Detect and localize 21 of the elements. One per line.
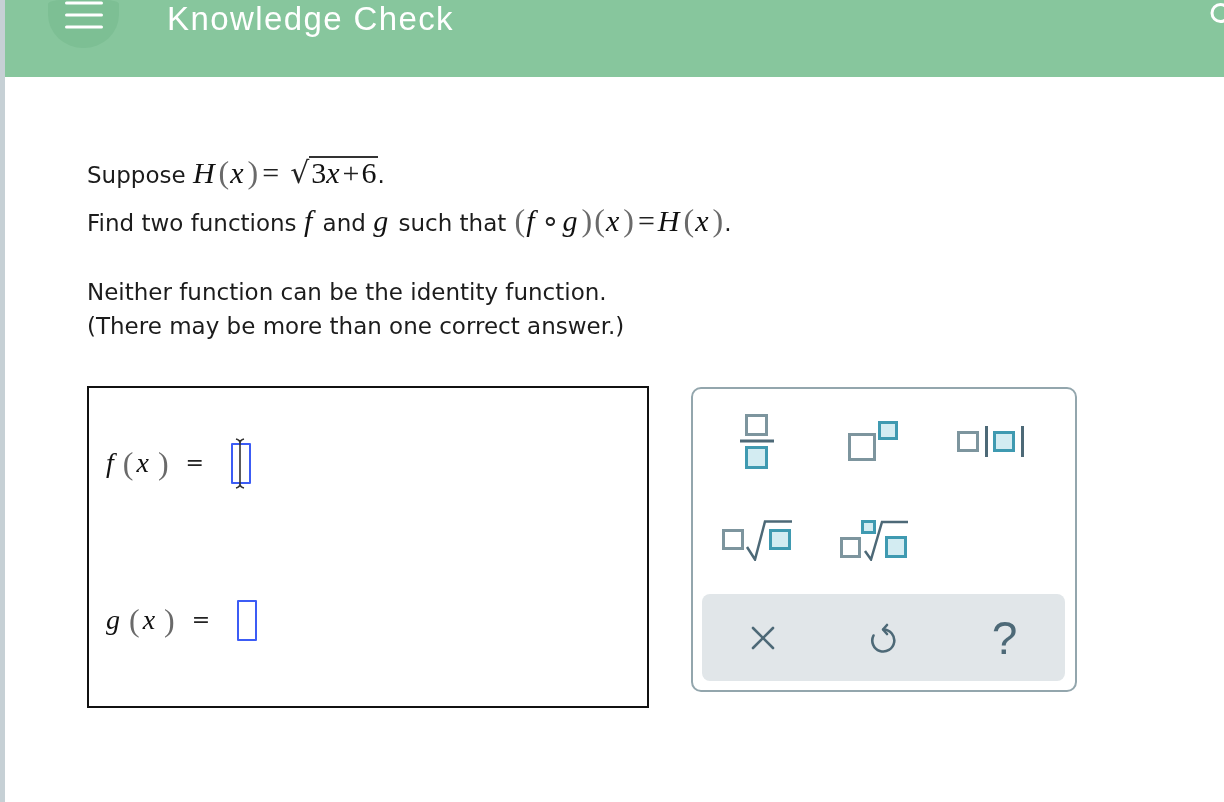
absolute-value-icon: [956, 425, 1025, 457]
question-text: Find two functions f and g such that (f ∘g)(x)=H(x).: [87, 201, 733, 240]
fraction-icon: [738, 413, 775, 469]
page-title: Knowledge Check: [167, 0, 454, 38]
undo-icon: [870, 622, 897, 653]
help-button[interactable]: ?: [968, 605, 1041, 670]
instruction-text: (There may be more than one correct answer.): [87, 312, 626, 341]
menu-button[interactable]: [48, 0, 119, 48]
nth-root-icon: [839, 519, 908, 561]
search-icon[interactable]: [1208, 2, 1224, 26]
question-text: Suppose H(x)= √3x+6.: [87, 153, 386, 192]
close-icon: [750, 625, 775, 650]
function-label: g (x ) =: [106, 601, 211, 640]
square-root-icon: [721, 519, 792, 561]
answer-field[interactable]: [230, 442, 251, 484]
answer-field[interactable]: [237, 599, 258, 641]
exponent-icon: [848, 421, 899, 461]
menu-icon: [64, 1, 103, 29]
instruction-text: Neither function can be the identity function.: [87, 278, 608, 307]
function-label: f (x ) =: [106, 444, 204, 483]
text-cursor-icon: [234, 437, 245, 489]
